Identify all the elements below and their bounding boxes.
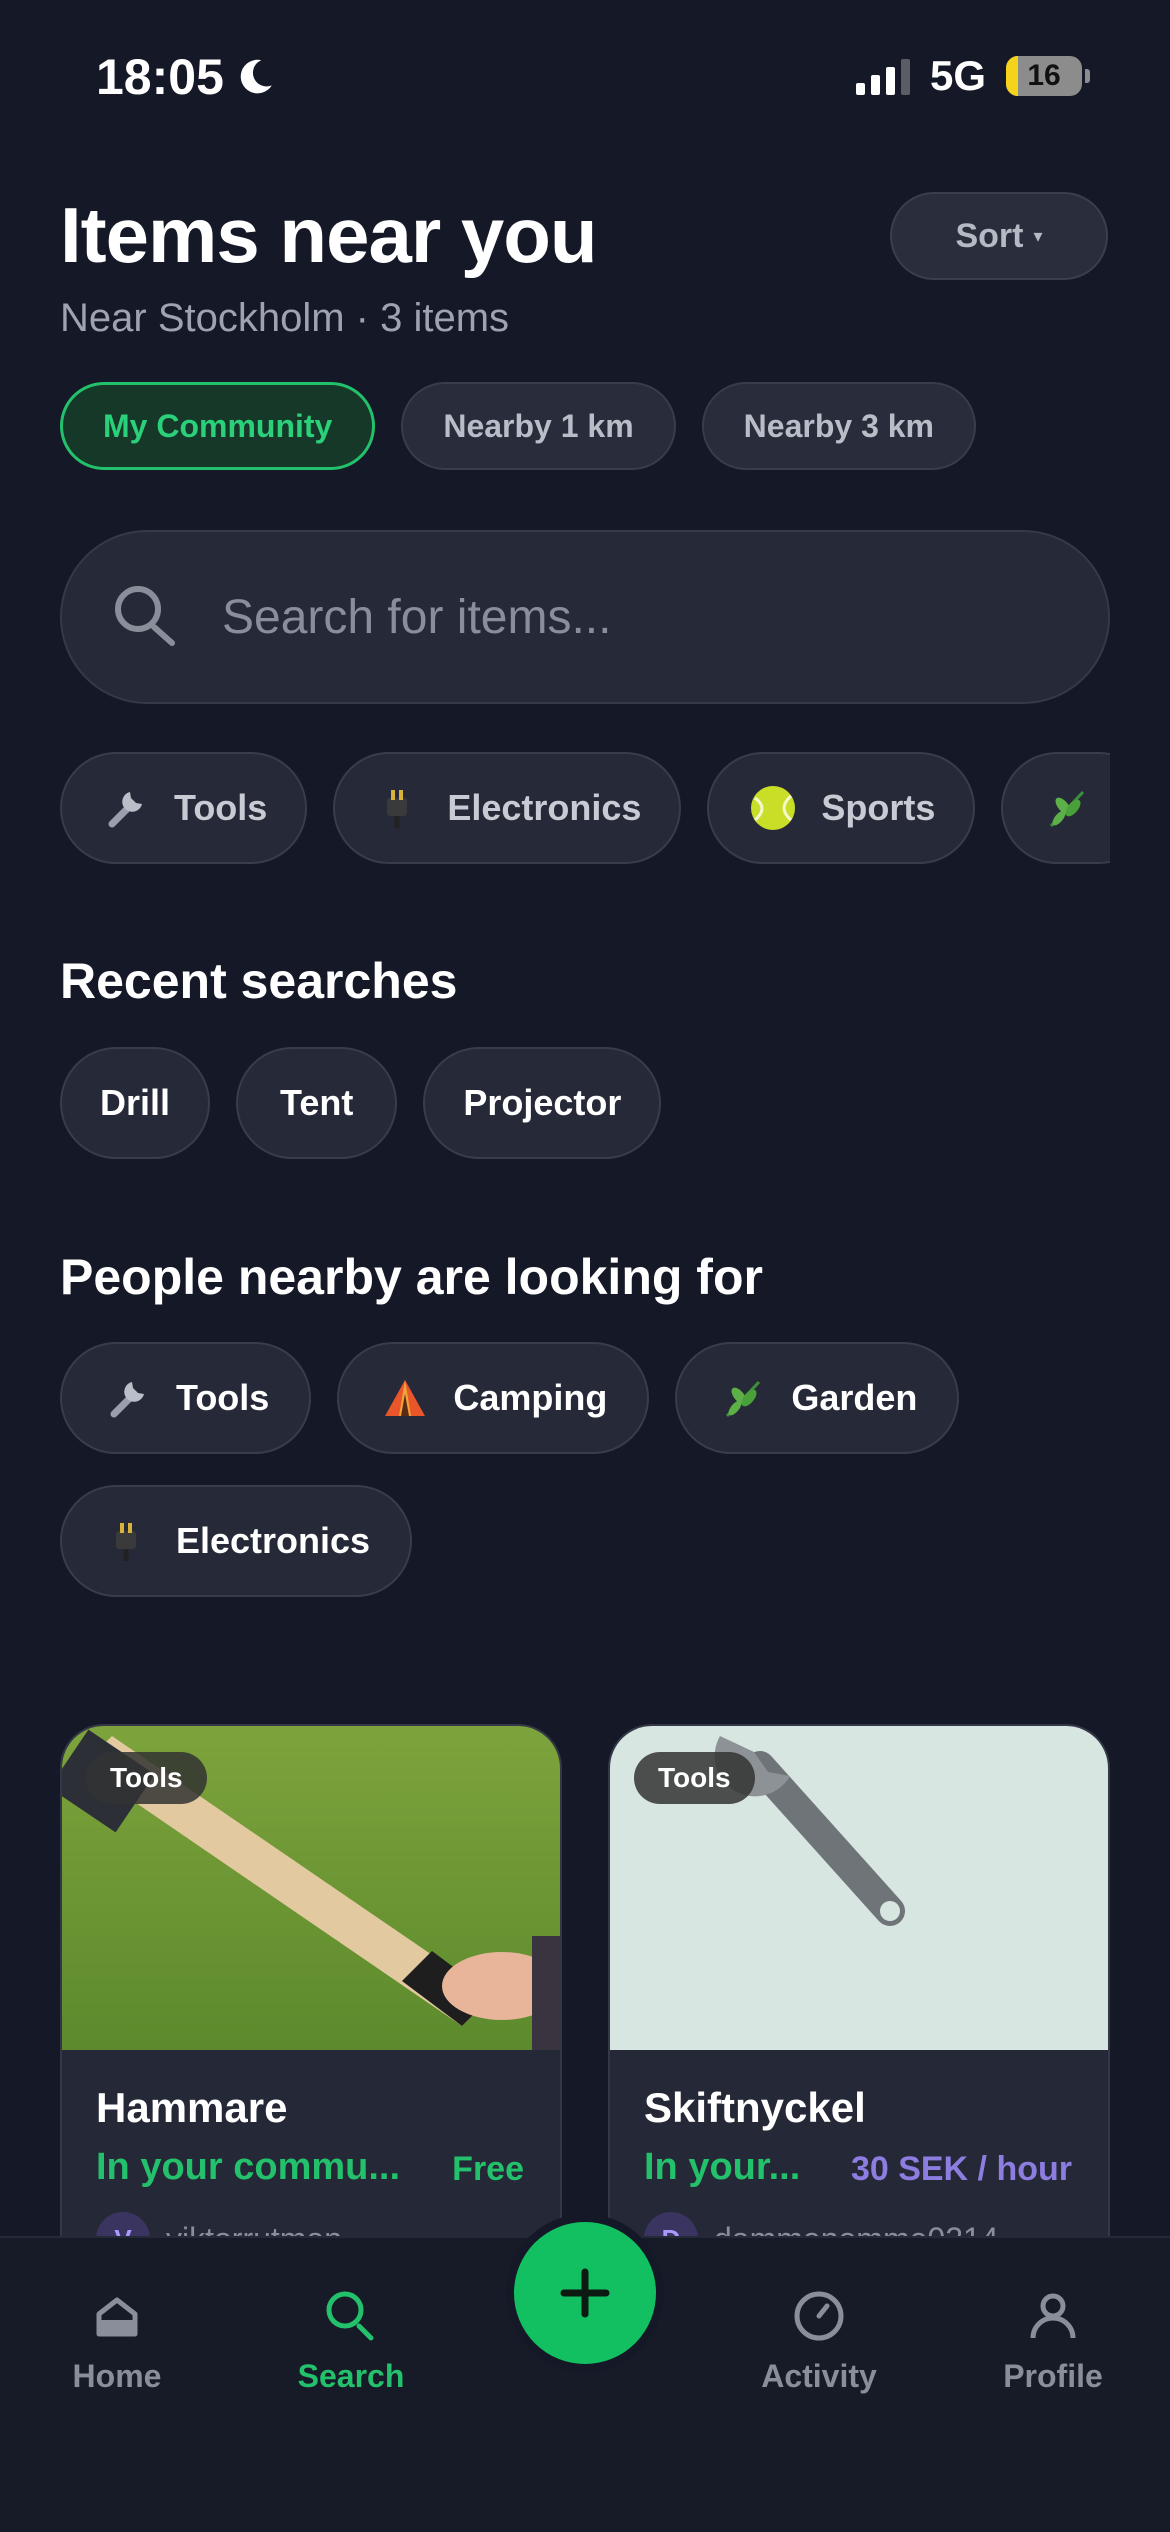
category-garden[interactable]	[1001, 752, 1110, 864]
herb-icon	[717, 1372, 769, 1424]
filter-chips: My Community Nearby 1 km Nearby 3 km	[60, 382, 976, 470]
category-row: Tools Electronics Sports	[60, 752, 1110, 864]
looking-for-electronics[interactable]: Electronics	[60, 1485, 413, 1597]
tab-profile[interactable]: Profile	[953, 2288, 1153, 2395]
looking-for-label: Garden	[791, 1377, 918, 1418]
recent-search-projector[interactable]: Projector	[423, 1047, 662, 1159]
category-label: Sports	[821, 787, 936, 828]
category-tools[interactable]: Tools	[60, 752, 308, 864]
looking-for-label: Tools	[176, 1377, 270, 1418]
wrench-icon	[100, 782, 152, 834]
item-card-hammare[interactable]: Tools Hammare In your commu... Free V vi…	[60, 1724, 562, 2244]
looking-for-title: People nearby are looking for	[60, 1249, 763, 1305]
looking-for-label: Camping	[453, 1377, 608, 1418]
item-price: 30 SEK / hour	[850, 2150, 1072, 2188]
herb-icon	[1041, 782, 1093, 834]
status-indicators: 5G 16	[855, 52, 1090, 100]
sort-button[interactable]: Sort ▾	[890, 192, 1108, 280]
tab-label: Home	[72, 2358, 162, 2394]
category-label: Tools	[174, 787, 268, 828]
add-item-button[interactable]	[506, 2214, 664, 2372]
wrench-icon	[102, 1372, 154, 1424]
page-subtitle: Near Stockholm · 3 items	[60, 296, 510, 340]
category-electronics[interactable]: Electronics	[333, 752, 682, 864]
item-title: Skiftnyckel	[644, 2084, 866, 2131]
page-title: Items near you	[60, 191, 598, 279]
tab-activity[interactable]: Activity	[719, 2288, 919, 2395]
item-community-label: In your...	[644, 2146, 801, 2188]
recent-search-tent[interactable]: Tent	[236, 1047, 398, 1159]
plus-icon	[560, 2268, 610, 2318]
looking-for-row-1: Tools Camping Garden	[60, 1342, 960, 1454]
home-icon	[96, 2297, 138, 2337]
category-label: Electronics	[447, 787, 642, 828]
looking-for-row-2: Electronics	[60, 1485, 413, 1597]
search-placeholder: Search for items...	[222, 590, 612, 644]
recent-search-drill[interactable]: Drill	[60, 1047, 211, 1159]
category-badge: Tools	[86, 1752, 207, 1804]
moon-icon	[240, 59, 272, 94]
tab-label: Activity	[761, 2358, 877, 2394]
item-price: Free	[452, 2150, 524, 2188]
category-sports[interactable]: Sports	[707, 752, 976, 864]
filter-nearby-1km[interactable]: Nearby 1 km	[401, 382, 676, 470]
tab-label: Profile	[1003, 2358, 1103, 2394]
tent-icon	[379, 1372, 431, 1424]
caret-down-icon: ▾	[1033, 225, 1043, 246]
filter-my-community[interactable]: My Community	[60, 382, 376, 470]
network-label: 5G	[929, 52, 986, 99]
looking-for-garden[interactable]: Garden	[675, 1342, 960, 1454]
looking-for-camping[interactable]: Camping	[337, 1342, 650, 1454]
item-community-label: In your commu...	[96, 2146, 401, 2188]
activity-icon	[794, 2291, 844, 2341]
item-card-skiftnyckel[interactable]: Tools Skiftnyckel In your... 30 SEK / ho…	[608, 1724, 1110, 2244]
looking-for-tools[interactable]: Tools	[60, 1342, 312, 1454]
battery-level: 16	[1027, 59, 1061, 92]
signal-icon	[855, 57, 910, 95]
status-time: 18:05	[96, 48, 276, 106]
recent-searches-title: Recent searches	[60, 953, 458, 1009]
plug-icon	[102, 1515, 154, 1567]
sort-label: Sort	[955, 216, 1024, 255]
item-image: Tools	[62, 1726, 560, 2050]
clock-text: 18:05	[96, 49, 224, 105]
category-badge: Tools	[634, 1752, 755, 1804]
looking-for-label: Electronics	[176, 1520, 371, 1561]
item-title: Hammare	[96, 2084, 288, 2131]
tab-search[interactable]: Search	[251, 2288, 451, 2395]
tab-home[interactable]: Home	[17, 2288, 217, 2395]
tennis-ball-icon	[747, 782, 799, 834]
search-icon	[115, 586, 175, 646]
search-icon	[326, 2291, 374, 2341]
filter-nearby-3km[interactable]: Nearby 3 km	[701, 382, 976, 470]
status-bar: 18:05 5G 16	[0, 0, 1170, 150]
plug-icon	[373, 782, 425, 834]
profile-icon	[1030, 2293, 1076, 2339]
search-input[interactable]: Search for items...	[60, 530, 1110, 704]
battery-icon: 16	[1006, 56, 1090, 96]
item-image: Tools	[610, 1726, 1108, 2050]
tab-label: Search	[297, 2358, 405, 2394]
recent-searches: Drill Tent Projector	[60, 1047, 662, 1159]
